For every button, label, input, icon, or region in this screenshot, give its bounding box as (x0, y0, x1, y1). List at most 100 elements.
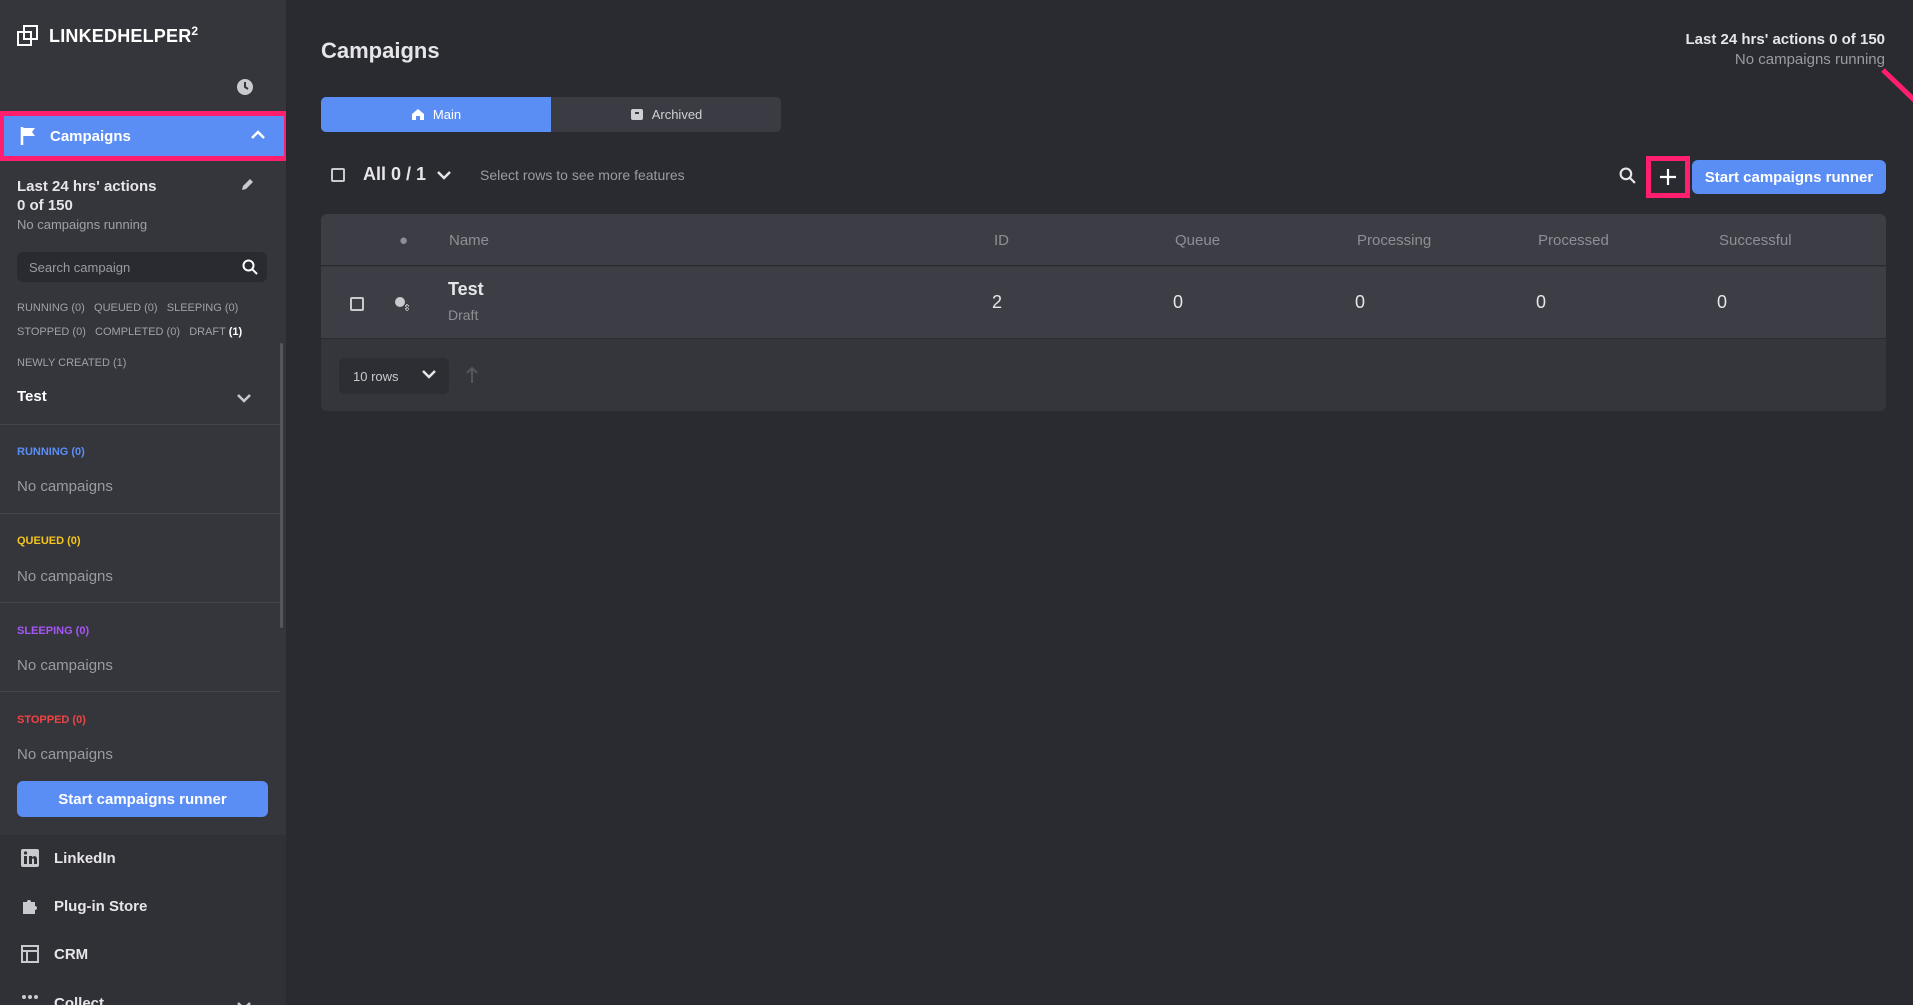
campaign-status: Draft (448, 307, 479, 323)
sidebar-stats: Last 24 hrs' actions 0 of 150 (17, 177, 156, 215)
filter-completed[interactable]: COMPLETED (0) (95, 326, 180, 338)
app-name: LINKEDHELPER2 (49, 24, 199, 46)
filter-draft[interactable]: DRAFT (1) (189, 326, 242, 338)
nav-item-collect[interactable]: Collect (20, 993, 104, 1005)
nav-item-linkedin[interactable]: LinkedIn (20, 848, 116, 868)
selection-toolbar: All 0 / 1 Select rows to see more featur… (331, 164, 685, 185)
chevron-down-icon[interactable] (436, 169, 452, 181)
table-header: ● Name ID Queue Processing Processed Suc… (321, 214, 1886, 266)
app-logo[interactable]: LINKEDHELPER2 (17, 24, 198, 47)
select-all-checkbox[interactable] (331, 167, 345, 182)
header-id[interactable]: ID (994, 232, 1009, 249)
header-processed[interactable]: Processed (1538, 232, 1609, 249)
filter-queued[interactable]: QUEUED (0) (94, 302, 158, 314)
sidebar: LINKEDHELPER2 Campaigns Last 24 hrs' act… (0, 0, 286, 1005)
section-queued-title: QUEUED (0) (17, 535, 81, 547)
campaigns-menu-header[interactable]: Campaigns (0, 111, 286, 161)
section-running-title: RUNNING (0) (17, 446, 85, 458)
nav-label: CRM (54, 945, 89, 963)
search-campaign-input[interactable]: Search campaign (17, 252, 267, 282)
search-icon[interactable] (1619, 167, 1636, 184)
sidebar-campaign-test[interactable]: Test (17, 388, 47, 405)
stats-line2: 0 of 150 (17, 197, 73, 214)
search-placeholder: Search campaign (29, 259, 131, 275)
filter-sleeping[interactable]: SLEEPING (0) (167, 302, 239, 314)
filter-newly-created[interactable]: NEWLY CREATED (1) (17, 357, 126, 369)
campaign-queue: 0 (1173, 292, 1184, 312)
campaign-name[interactable]: Test (448, 279, 484, 300)
linkedhelper-logo-icon (17, 24, 38, 46)
section-stopped-empty: No campaigns (17, 746, 113, 763)
pencil-icon[interactable] (240, 178, 254, 192)
filter-running[interactable]: RUNNING (0) (17, 302, 85, 314)
nav-item-plugin-store[interactable]: Plug-in Store (20, 896, 147, 916)
sidebar-runner-area: Start campaigns runner (0, 765, 286, 835)
home-icon (411, 109, 424, 120)
header-queue[interactable]: Queue (1175, 232, 1220, 249)
chevron-down-icon[interactable] (236, 392, 252, 404)
section-sleeping-title: SLEEPING (0) (17, 625, 90, 637)
annotation-arrow-icon (1881, 68, 1913, 103)
archive-icon (630, 109, 643, 120)
chevron-up-icon[interactable] (250, 128, 266, 140)
select-all-label[interactable]: All 0 / 1 (363, 164, 426, 185)
nav-label: Collect (54, 994, 105, 1005)
campaign-successful: 0 (1717, 292, 1728, 312)
header-name[interactable]: Name (449, 232, 489, 249)
main-content: Campaigns Last 24 hrs' actions 0 of 150 … (286, 0, 1913, 1005)
tabs: Main Archived (321, 97, 781, 132)
divider (0, 513, 280, 514)
clock-icon[interactable] (236, 78, 254, 96)
campaigns-table: ● Name ID Queue Processing Processed Suc… (321, 214, 1886, 411)
filter-row-1: RUNNING (0) QUEUED (0) SLEEPING (0) (17, 302, 238, 314)
top-stats-actions: Last 24 hrs' actions 0 of 150 (1685, 31, 1885, 48)
selection-hint: Select rows to see more features (480, 166, 685, 183)
flag-icon (20, 127, 35, 145)
rows-per-page-select[interactable]: 10 rows (339, 358, 449, 394)
section-queued-empty: No campaigns (17, 568, 113, 585)
section-stopped-title: STOPPED (0) (17, 714, 86, 726)
top-stats-status: No campaigns running (1734, 51, 1885, 68)
header-dot: ● (399, 232, 409, 249)
tab-main[interactable]: Main (321, 97, 551, 132)
campaign-processing: 0 (1355, 292, 1366, 312)
plus-icon (1660, 169, 1676, 185)
table-icon (21, 945, 39, 963)
stats-subtext: No campaigns running (17, 217, 148, 232)
arrow-up-icon[interactable] (465, 366, 479, 384)
divider (0, 602, 280, 603)
divider (0, 424, 280, 425)
filter-stopped[interactable]: STOPPED (0) (17, 326, 86, 338)
sidebar-scrollbar[interactable] (280, 343, 283, 628)
rows-per-page-label: 10 rows (353, 368, 399, 384)
filter-row-2: STOPPED (0) COMPLETED (0) DRAFT (1) (17, 326, 242, 338)
table-row[interactable]: Test Draft 2 0 0 0 0 (321, 267, 1886, 339)
nav-label: LinkedIn (54, 849, 116, 867)
grid-dots-icon (22, 995, 38, 999)
divider (0, 691, 280, 692)
header-successful[interactable]: Successful (1719, 232, 1792, 249)
puzzle-icon (23, 900, 37, 914)
start-campaigns-runner-button[interactable]: Start campaigns runner (1692, 160, 1886, 194)
section-sleeping-empty: No campaigns (17, 657, 113, 674)
nav-item-crm[interactable]: CRM (20, 944, 88, 964)
header-processing[interactable]: Processing (1357, 232, 1431, 249)
top-stats: Last 24 hrs' actions 0 of 150 No campaig… (1686, 31, 1885, 68)
nav-label: Plug-in Store (54, 897, 148, 915)
section-running-empty: No campaigns (17, 478, 113, 495)
stats-line1: Last 24 hrs' actions (17, 178, 157, 195)
sidebar-nav: LinkedIn Plug-in Store CRM Collect (0, 835, 286, 1005)
start-campaigns-runner-button[interactable]: Start campaigns runner (17, 781, 268, 817)
chevron-down-icon[interactable] (236, 1000, 252, 1005)
campaign-processed: 0 (1536, 292, 1547, 312)
add-campaign-button[interactable] (1646, 156, 1690, 198)
tab-archived[interactable]: Archived (551, 97, 781, 132)
tab-label: Archived (651, 107, 703, 122)
draft-status-icon (395, 297, 409, 311)
chevron-down-icon (422, 370, 436, 379)
linkedin-icon (21, 849, 39, 867)
page-title: Campaigns (321, 38, 440, 63)
search-icon[interactable] (242, 259, 258, 275)
row-checkbox[interactable] (350, 297, 364, 311)
campaigns-label: Campaigns (50, 127, 131, 145)
